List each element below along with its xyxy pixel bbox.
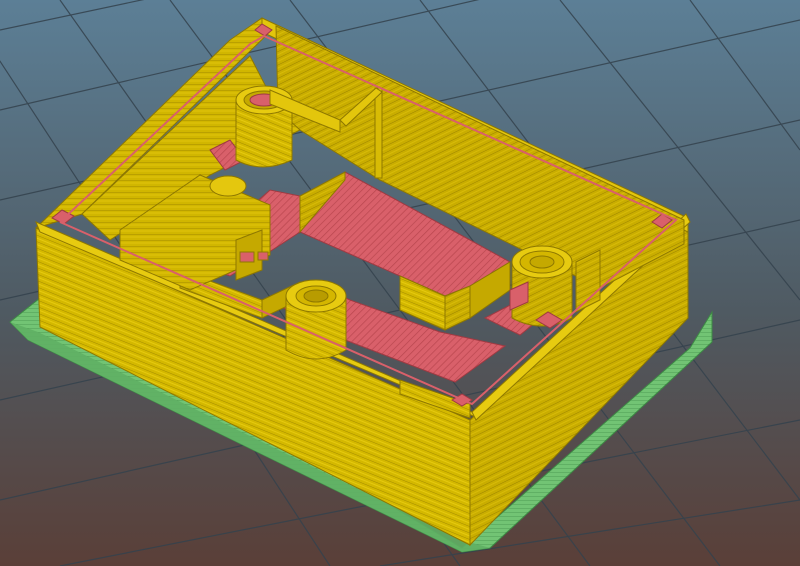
right-cylinder-post xyxy=(509,245,573,327)
gcode-preview-viewport[interactable] xyxy=(0,0,800,566)
front-cylinder-post xyxy=(285,279,347,360)
